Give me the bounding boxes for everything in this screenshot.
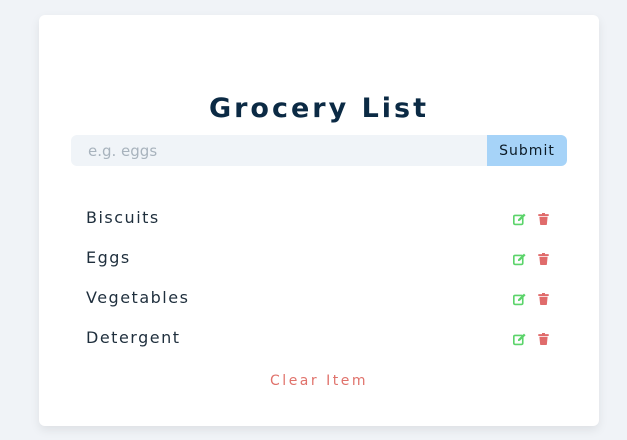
edit-icon[interactable] <box>513 333 526 346</box>
clear-items-button[interactable]: Clear Item <box>39 373 599 389</box>
edit-icon[interactable] <box>513 253 526 266</box>
grocery-input[interactable] <box>71 135 487 166</box>
list-item: Eggs <box>86 239 550 279</box>
trash-icon[interactable] <box>537 253 550 266</box>
item-name: Eggs <box>86 247 131 267</box>
item-name: Detergent <box>86 327 181 347</box>
trash-icon[interactable] <box>537 213 550 226</box>
item-actions <box>513 253 550 266</box>
edit-icon[interactable] <box>513 293 526 306</box>
list-item: Detergent <box>86 319 550 359</box>
grocery-list: Biscuits Eggs Vegetables Detergent <box>86 199 550 359</box>
trash-icon[interactable] <box>537 293 550 306</box>
page-title: Grocery List <box>208 93 430 124</box>
list-item: Vegetables <box>86 279 550 319</box>
grocery-form: Submit <box>71 135 567 166</box>
grocery-card: Grocery List Submit Biscuits Eggs <box>39 15 599 426</box>
submit-button[interactable]: Submit <box>487 135 567 166</box>
item-name: Biscuits <box>86 207 160 227</box>
edit-icon[interactable] <box>513 213 526 226</box>
item-actions <box>513 293 550 306</box>
item-actions <box>513 333 550 346</box>
trash-icon[interactable] <box>537 333 550 346</box>
item-actions <box>513 213 550 226</box>
item-name: Vegetables <box>86 287 190 307</box>
list-item: Biscuits <box>86 199 550 239</box>
